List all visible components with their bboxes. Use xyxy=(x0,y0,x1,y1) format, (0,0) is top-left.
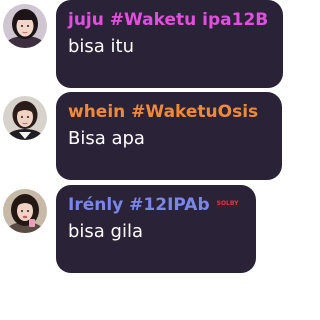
sender-name[interactable]: juju #Waketu ipa12B xyxy=(68,9,271,31)
message-bubble[interactable]: Irénly #12IPAb SOLBY bisa gila xyxy=(56,185,256,273)
message-text: Bisa apa xyxy=(68,128,145,149)
message-text: bisa gila xyxy=(68,221,144,242)
avatar[interactable] xyxy=(3,4,47,48)
sender-name[interactable]: Irénly #12IPAb SOLBY xyxy=(68,194,244,216)
sender-name[interactable]: whein #WaketuOsis xyxy=(68,101,270,123)
message-bubble[interactable]: juju #Waketu ipa12B bisa itu xyxy=(56,0,283,88)
sender-name-text[interactable]: Irénly #12IPAb xyxy=(68,195,210,215)
avatar[interactable] xyxy=(3,189,47,233)
message-text: bisa itu xyxy=(68,36,135,57)
message-bubble[interactable]: whein #WaketuOsis Bisa apa xyxy=(56,92,282,180)
avatar[interactable] xyxy=(3,96,47,140)
role-badge: SOLBY xyxy=(214,199,241,208)
